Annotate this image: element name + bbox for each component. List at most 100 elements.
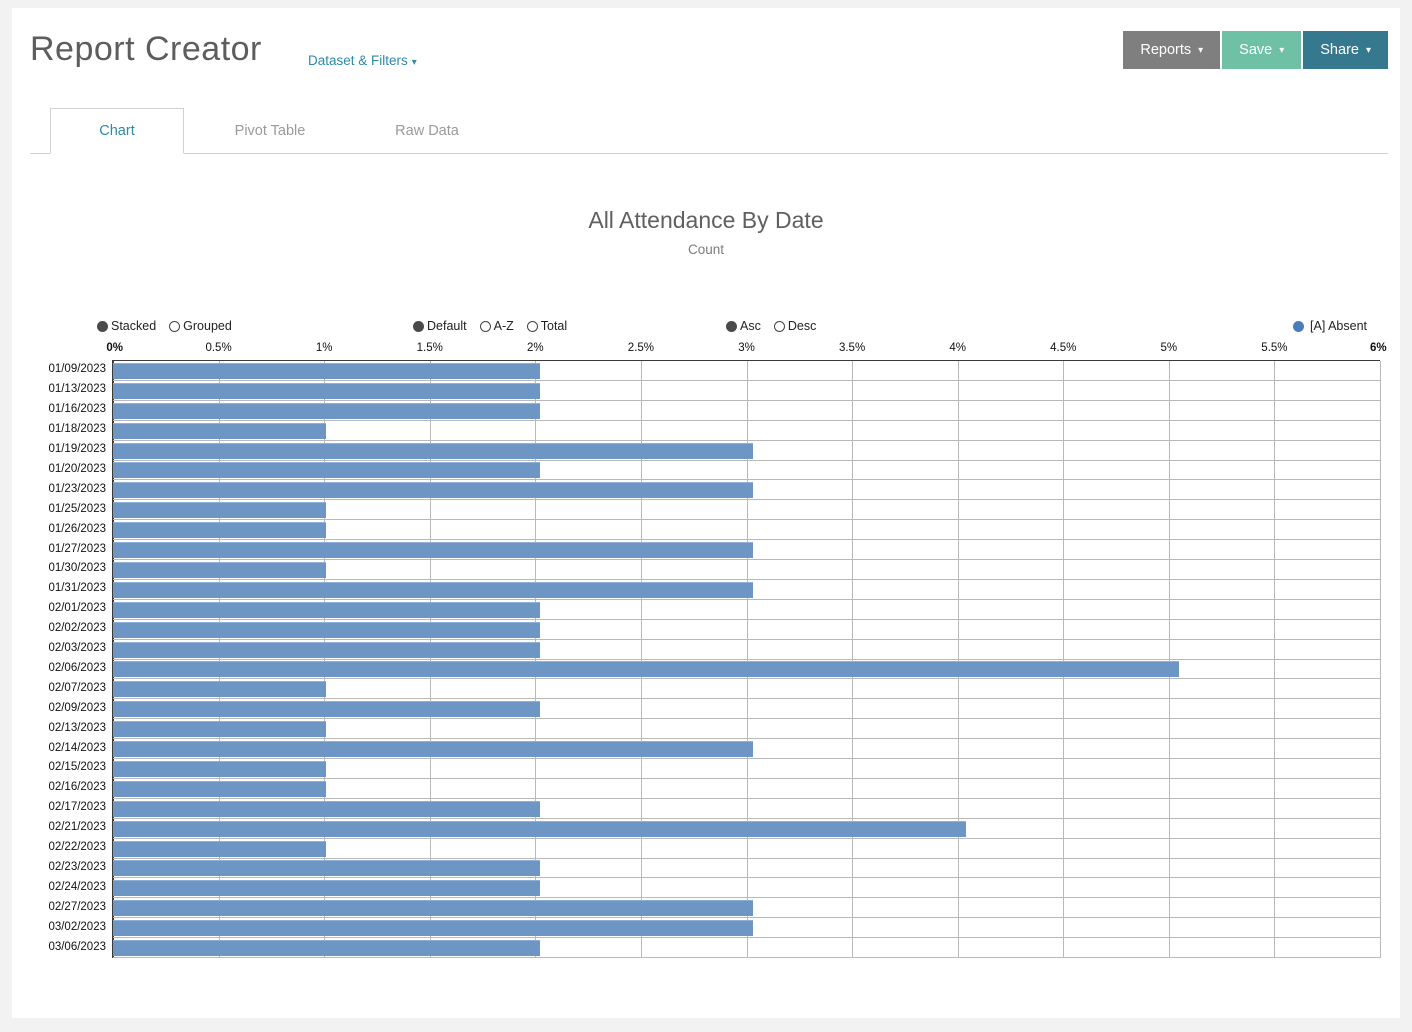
chart-legend[interactable]: [A] Absent bbox=[1293, 319, 1367, 333]
option-default[interactable]: Default bbox=[413, 319, 467, 333]
share-button[interactable]: Share ▾ bbox=[1303, 31, 1388, 69]
chart-bar[interactable] bbox=[113, 681, 327, 698]
chart-row-separator bbox=[113, 857, 1380, 859]
chart-row-separator bbox=[113, 758, 1380, 759]
chart-bar[interactable] bbox=[113, 760, 327, 777]
chart-bar[interactable] bbox=[113, 502, 327, 519]
report-creator-app: Report Creator Dataset & Filters ▾ Report… bbox=[12, 8, 1400, 1018]
y-axis-tick-label: 01/26/2023 bbox=[48, 522, 106, 535]
x-axis-tick-label: 6% bbox=[1370, 342, 1387, 354]
chart-bar[interactable] bbox=[113, 721, 327, 738]
x-axis-tick-labels: 0% 0.5% 1% 1.5% 2% 2.5% 3% 3.5% 4% 4.5% 5% 5.5% 6% bbox=[12, 342, 1400, 360]
dataset-and-filters-label: Dataset & Filters bbox=[308, 53, 408, 68]
radio-icon bbox=[479, 320, 491, 332]
radio-icon bbox=[773, 320, 785, 332]
chart-gridline bbox=[957, 361, 959, 958]
option-total[interactable]: Total bbox=[526, 319, 568, 333]
dataset-and-filters-link[interactable]: Dataset & Filters ▾ bbox=[308, 53, 417, 68]
chart-bar[interactable] bbox=[113, 542, 753, 559]
y-axis-tick-label: 01/13/2023 bbox=[48, 383, 106, 396]
option-desc[interactable]: Desc bbox=[773, 319, 816, 333]
chart-bar[interactable] bbox=[113, 860, 540, 877]
chart-bar[interactable] bbox=[113, 482, 753, 499]
chart-bar[interactable] bbox=[113, 820, 967, 837]
y-axis-tick-label: 02/22/2023 bbox=[48, 841, 106, 854]
x-axis-tick-label: 4% bbox=[949, 342, 966, 354]
tab-chart[interactable]: Chart bbox=[50, 108, 184, 154]
tab-raw-data[interactable]: Raw Data bbox=[360, 108, 494, 154]
chart-bar[interactable] bbox=[113, 920, 753, 937]
chart-row-separator bbox=[113, 698, 1380, 700]
chart-row-separator bbox=[113, 678, 1380, 680]
option-total-label: Total bbox=[540, 319, 568, 333]
chart-bar[interactable] bbox=[113, 362, 540, 379]
y-axis-tick-label: 02/06/2023 bbox=[48, 661, 106, 674]
chart-subtitle: Count bbox=[687, 242, 725, 257]
chart-gridline bbox=[1380, 361, 1381, 958]
chart-bar[interactable] bbox=[113, 581, 753, 598]
x-axis-tick-label: 5% bbox=[1160, 342, 1178, 354]
y-axis-tick-label: 02/02/2023 bbox=[48, 622, 106, 635]
chart-bar[interactable] bbox=[113, 741, 753, 758]
chart-bar[interactable] bbox=[113, 402, 540, 419]
tab-pivot-table[interactable]: Pivot Table bbox=[200, 108, 340, 154]
save-button[interactable]: Save ▾ bbox=[1222, 31, 1302, 69]
chart-row-separator bbox=[113, 419, 1380, 421]
legend-item-label: [A] Absent bbox=[1310, 319, 1367, 333]
y-axis-tick-label: 01/18/2023 bbox=[48, 423, 106, 436]
reports-button[interactable]: Reports ▾ bbox=[1123, 31, 1221, 69]
chart-bar[interactable] bbox=[113, 621, 540, 638]
chart-bar[interactable] bbox=[113, 840, 327, 857]
chart-row-separator bbox=[113, 897, 1380, 899]
chart-gridline bbox=[1274, 361, 1276, 958]
x-axis-tick-label: 5.5% bbox=[1261, 342, 1288, 354]
chart-gridline bbox=[1168, 361, 1170, 958]
chart-bar[interactable] bbox=[113, 561, 327, 578]
chart-plot-area: 0% 0.5% 1% 1.5% 2% 2.5% 3% 3.5% 4% 4.5% 5% 5.5% 6% 0… bbox=[12, 342, 1400, 962]
chart-row-separator bbox=[113, 638, 1380, 640]
reports-button-label: Reports bbox=[1140, 42, 1192, 58]
chart-row-separator bbox=[113, 578, 1380, 580]
chart-bar[interactable] bbox=[113, 900, 753, 917]
chart-row-separator bbox=[113, 777, 1380, 779]
radio-icon bbox=[97, 320, 108, 332]
page-title: Report Creator bbox=[30, 30, 262, 68]
chart-bar[interactable] bbox=[113, 601, 540, 618]
chart-bar[interactable] bbox=[113, 442, 753, 459]
option-a-z-label: A-Z bbox=[493, 319, 514, 333]
chart-bar[interactable] bbox=[113, 422, 327, 439]
y-axis-tick-label: 02/16/2023 bbox=[48, 781, 106, 794]
option-stacked[interactable]: Stacked bbox=[97, 319, 156, 333]
y-axis-tick-label: 01/19/2023 bbox=[48, 443, 106, 456]
chart-row-separator bbox=[113, 598, 1380, 600]
chart-row-separator bbox=[113, 559, 1380, 560]
chart-bar[interactable] bbox=[113, 462, 540, 479]
chart-row-separator bbox=[113, 519, 1380, 521]
chart-bar[interactable] bbox=[113, 800, 540, 817]
radio-icon bbox=[526, 320, 538, 332]
chart-bar[interactable] bbox=[113, 880, 540, 897]
chart-row-separator bbox=[113, 499, 1380, 501]
chart-bar[interactable] bbox=[113, 661, 1180, 678]
x-axis-tick-label: 0.5% bbox=[205, 342, 232, 354]
y-axis-tick-label: 02/21/2023 bbox=[48, 821, 106, 834]
save-button-label: Save bbox=[1239, 42, 1273, 58]
chart-bar[interactable] bbox=[113, 522, 327, 539]
x-axis-tick-label: 2.5% bbox=[627, 342, 655, 354]
chart-bar[interactable] bbox=[113, 382, 540, 399]
option-a-z[interactable]: A-Z bbox=[479, 319, 514, 333]
y-axis-tick-label: 02/07/2023 bbox=[48, 681, 106, 694]
chart-row-separator bbox=[113, 718, 1380, 720]
chart-bar[interactable] bbox=[113, 780, 327, 797]
chart-row-separator bbox=[113, 379, 1380, 381]
chart-bar[interactable] bbox=[113, 940, 540, 957]
option-asc[interactable]: Asc bbox=[726, 319, 761, 333]
chevron-down-icon: ▾ bbox=[1198, 44, 1204, 56]
chart-bar[interactable] bbox=[113, 701, 540, 718]
x-axis-tick-label: 1% bbox=[315, 342, 333, 354]
x-axis-tick-label: 3.5% bbox=[838, 342, 866, 354]
option-asc-label: Asc bbox=[740, 319, 761, 333]
x-axis-tick-label: 4.5% bbox=[1050, 342, 1077, 354]
option-grouped[interactable]: Grouped bbox=[169, 319, 232, 333]
chart-bar[interactable] bbox=[113, 641, 540, 658]
